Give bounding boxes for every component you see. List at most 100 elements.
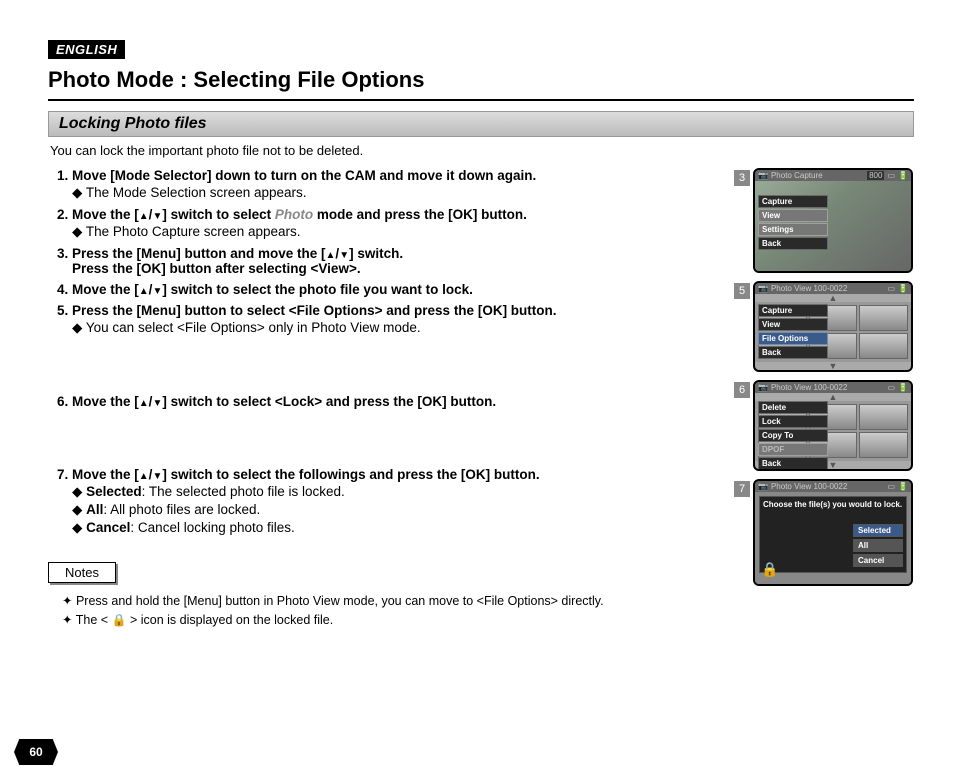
section-heading: Locking Photo files <box>48 111 914 137</box>
step-7-text-b: ] switch to select the followings and pr… <box>162 467 539 482</box>
up-icon <box>326 246 336 261</box>
step-7: Move the [/] switch to select the follow… <box>72 467 724 536</box>
figure-5-number: 5 <box>734 283 750 299</box>
lock-icon: 🔒 <box>761 561 778 578</box>
figure-7-number: 7 <box>734 481 750 497</box>
page-number-badge: 60 <box>14 739 58 765</box>
note-2: ✦ The < 🔒 > icon is displayed on the loc… <box>62 612 724 627</box>
step-5-sub: You can select <File Options> only in Ph… <box>72 320 724 336</box>
lock-icon: 🔒 <box>112 613 127 627</box>
notes-heading: Notes <box>48 562 116 583</box>
menu-file-options[interactable]: File Options <box>758 332 828 345</box>
up-icon <box>139 282 149 297</box>
menu-capture[interactable]: Capture <box>758 195 828 208</box>
lcd-screen-6: Photo View 100-0022▭🔋 ▲ Delete Lock Copy… <box>753 380 913 471</box>
card-icon: ▭ <box>887 171 895 180</box>
up-icon <box>139 207 149 222</box>
opt3-label: Cancel <box>86 520 130 535</box>
down-icon <box>152 467 162 482</box>
menu-back[interactable]: Back <box>758 457 828 470</box>
down-icon <box>339 246 349 261</box>
battery-icon: 🔋 <box>898 482 908 491</box>
battery-icon: 🔋 <box>898 284 908 293</box>
figure-7: 7 Photo View 100-0022 ▭🔋 Choose the file(… <box>734 479 914 586</box>
lcd6-menu: Delete Lock Copy To DPOF Back <box>758 401 828 471</box>
battery-icon: 🔋 <box>898 171 908 180</box>
card-icon: ▭ <box>887 482 895 491</box>
lcd5-menu: Capture View File Options Back <box>758 304 828 360</box>
step-6-text-a: Move the [ <box>72 394 139 409</box>
step-6-text-b: ] switch to select <Lock> and press the … <box>162 394 496 409</box>
opt3-text: : Cancel locking photo files. <box>130 520 294 535</box>
figure-5: 5 Photo View 100-0022▭🔋 ▲ Capture View F… <box>734 281 914 372</box>
lcd-screen-7: Photo View 100-0022 ▭🔋 Choose the file(s)… <box>753 479 913 586</box>
note-1: ✦ Press and hold the [Menu] button in Ph… <box>62 593 724 608</box>
step-6: Move the [/] switch to select <Lock> and… <box>72 394 724 461</box>
step-1-text: Move [Mode Selector] down to turn on the… <box>72 168 536 183</box>
camera-icon <box>758 284 768 293</box>
camera-icon <box>758 383 768 392</box>
step-1: Move [Mode Selector] down to turn on the… <box>72 168 724 201</box>
card-icon: ▭ <box>887 284 895 293</box>
option-all[interactable]: All <box>853 539 903 552</box>
menu-back[interactable]: Back <box>758 346 828 359</box>
lcd7-title: Photo View 100-0022 <box>771 482 847 491</box>
dialog-text: Choose the file(s) you would to lock. <box>763 500 903 510</box>
note-2-text-b: > icon is displayed on the locked file. <box>126 613 333 627</box>
step-3-line1-b: ] switch. <box>349 246 403 261</box>
menu-view[interactable]: View <box>758 318 828 331</box>
step-2-text-c: mode and press the [OK] button. <box>313 207 527 222</box>
step-2-mode: Photo <box>275 207 313 222</box>
opt1-label: Selected <box>86 484 142 499</box>
figure-6-number: 6 <box>734 382 750 398</box>
opt1-text: : The selected photo file is locked. <box>142 484 345 499</box>
menu-view[interactable]: View <box>758 209 828 222</box>
step-4: Move the [/] switch to select the photo … <box>72 282 724 297</box>
note-2-text-a: The < <box>76 613 112 627</box>
lcd5-title: Photo View 100-0022 <box>771 284 847 293</box>
opt2-label: All <box>86 502 103 517</box>
lcd3-menu: Capture View Settings Back <box>758 195 828 251</box>
language-badge: ENGLISH <box>48 40 125 59</box>
step-2: Move the [/] switch to select Photo mode… <box>72 207 724 240</box>
option-selected[interactable]: Selected <box>853 524 903 537</box>
lcd3-title: Photo Capture <box>771 171 823 180</box>
figures-column: 3 Photo Capture800▭🔋 Capture View Settin… <box>734 168 914 631</box>
step-3: Press the [Menu] button and move the [/]… <box>72 246 724 276</box>
up-icon <box>139 467 149 482</box>
menu-lock[interactable]: Lock <box>758 415 828 428</box>
page-title: Photo Mode : Selecting File Options <box>48 63 914 101</box>
notes-list: ✦ Press and hold the [Menu] button in Ph… <box>48 593 724 627</box>
figure-6: 6 Photo View 100-0022▭🔋 ▲ Delete Lock Co… <box>734 380 914 471</box>
step-4-text-a: Move the [ <box>72 282 139 297</box>
lock-dialog: Choose the file(s) you would to lock. Se… <box>759 496 907 573</box>
step-5-text: Press the [Menu] button to select <File … <box>72 303 557 318</box>
lcd-screen-3: Photo Capture 800▭🔋 Capture View Settings… <box>753 168 913 273</box>
step-5: Press the [Menu] button to select <File … <box>72 303 724 388</box>
step-1-sub: The Mode Selection screen appears. <box>72 185 724 201</box>
step-7-opt2: All: All photo files are locked. <box>72 502 724 518</box>
menu-copy-to[interactable]: Copy To <box>758 429 828 442</box>
step-7-opt3: Cancel: Cancel locking photo files. <box>72 520 724 536</box>
step-2-text-b: ] switch to select <box>162 207 275 222</box>
camera-icon <box>758 171 768 180</box>
menu-back[interactable]: Back <box>758 237 828 250</box>
step-2-sub: The Photo Capture screen appears. <box>72 224 724 240</box>
step-7-opt1: Selected: The selected photo file is loc… <box>72 484 724 500</box>
option-cancel[interactable]: Cancel <box>853 554 903 567</box>
opt2-text: : All photo files are locked. <box>103 502 260 517</box>
menu-settings[interactable]: Settings <box>758 223 828 236</box>
lcd3-badge: 800 <box>867 171 884 180</box>
menu-delete[interactable]: Delete <box>758 401 828 414</box>
down-icon <box>152 282 162 297</box>
menu-capture[interactable]: Capture <box>758 304 828 317</box>
lcd6-title: Photo View 100-0022 <box>771 383 847 392</box>
intro-text: You can lock the important photo file no… <box>50 143 914 158</box>
down-icon <box>152 394 162 409</box>
step-2-text-a: Move the [ <box>72 207 139 222</box>
card-icon: ▭ <box>887 383 895 392</box>
step-4-text-b: ] switch to select the photo file you wa… <box>162 282 473 297</box>
figure-3: 3 Photo Capture800▭🔋 Capture View Settin… <box>734 168 914 273</box>
menu-dpof[interactable]: DPOF <box>758 443 828 456</box>
camera-icon <box>758 482 768 491</box>
